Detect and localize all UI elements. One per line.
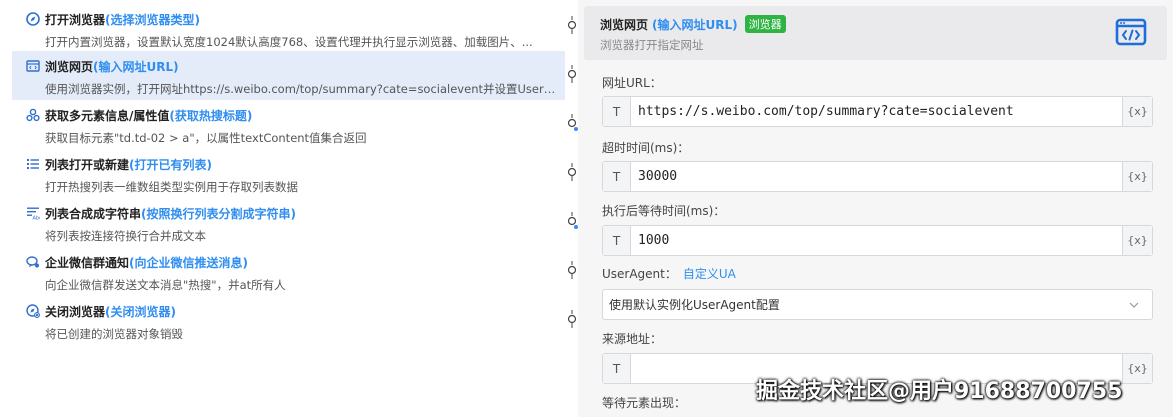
connector-node-icon[interactable] [566,261,578,279]
step-desc: 打开热搜列表一维数组类型实例用于存取列表数据 [45,180,298,194]
text-type-toggle[interactable]: T [603,162,631,191]
step-name: 关闭浏览器 [45,304,106,319]
timeout-field[interactable]: T 30000 {x} [602,161,1153,192]
step-open-browser[interactable]: 打开浏览器 (选择浏览器类型) 打开内置浏览器，设置默认宽度1024默认高度76… [12,4,565,53]
panel-header: 浏览网页 (输入网址URL) 浏览器 浏览器打开指定网址 [584,6,1167,60]
svg-text:Abc: Abc [33,216,41,221]
list-merge-icon: Abc [26,206,40,220]
step-param: (打开已有列表) [129,157,212,172]
wait-input[interactable]: 1000 [631,226,1122,255]
text-type-toggle[interactable]: T [603,354,631,383]
step-desc: 向企业微信群发送文本消息"热搜"，并at所有人 [45,278,286,292]
step-get-elements[interactable]: 获取多元素信息/属性值 (获取热搜标题) 获取目标元素"td.td-02 > a… [12,100,565,149]
step-desc: 将已创建的浏览器对象销毁 [45,327,183,341]
panel-subtitle: 浏览器打开指定网址 [600,38,704,52]
step-param: (输入网址URL) [93,59,179,74]
useragent-select[interactable]: 使用默认实例化UserAgent配置 [602,289,1153,320]
browser-window-icon [26,59,40,73]
custom-ua-link[interactable]: 自定义UA [683,267,736,281]
connector-branch-icon[interactable] [566,114,578,132]
url-input[interactable]: https://s.weibo.com/top/summary?cate=soc… [631,97,1122,126]
connector-branch-icon[interactable] [566,212,578,230]
step-desc: 使用浏览器实例，打开网址https://s.weibo.com/top/summ… [45,82,556,96]
useragent-label: UserAgent： 自定义UA [602,265,736,282]
text-type-toggle[interactable]: T [603,97,631,126]
step-name: 获取多元素信息/属性值 [45,108,170,123]
useragent-select-value: 使用默认实例化UserAgent配置 [609,298,780,312]
browser-code-icon [1115,18,1147,46]
step-param: (选择浏览器类型) [105,12,200,27]
variable-button[interactable]: {x} [1122,226,1152,255]
step-desc: 将列表按连接符换行合并成文本 [45,229,206,243]
step-name: 浏览网页 [45,59,94,74]
text-type-toggle[interactable]: T [603,226,631,255]
step-desc: 打开内置浏览器，设置默认宽度1024默认高度768、设置代理并执行显示浏览器、加… [45,35,533,49]
variable-button[interactable]: {x} [1122,162,1152,191]
watermark: 掘金技术社区@用户91688700755 [756,379,1123,404]
connector-node-icon[interactable] [566,310,578,328]
chat-bubble-icon [26,255,40,269]
chevron-down-icon [1129,302,1139,308]
variable-button[interactable]: {x} [1122,97,1152,126]
step-browse-page[interactable]: 浏览网页 (输入网址URL) 使用浏览器实例，打开网址https://s.wei… [12,51,565,100]
network-nodes-icon [26,108,40,122]
step-param: (按照换行列表分割成字符串) [141,206,296,221]
category-badge: 浏览器 [744,15,786,33]
step-name: 列表合成成字符串 [45,206,142,221]
wait-label: 执行后等待时间(ms)： [602,204,726,218]
connector-node-icon[interactable] [566,65,578,83]
step-param: (关闭浏览器) [105,304,176,319]
panel-title: 浏览网页 [600,17,649,32]
connector-node-icon[interactable] [566,163,578,181]
url-label: 网址URL： [602,76,662,90]
step-list: 打开浏览器 (选择浏览器类型) 打开内置浏览器，设置默认宽度1024默认高度76… [12,0,565,417]
step-wecom-notify[interactable]: 企业微信群通知 (向企业微信推送消息) 向企业微信群发送文本消息"热搜"，并at… [12,247,565,296]
source-label: 来源地址： [602,332,663,346]
step-name: 列表打开或新建 [45,157,130,172]
step-name: 打开浏览器 [45,12,106,27]
timeout-label: 超时时间(ms)： [602,141,690,155]
step-desc: 获取目标元素"td.td-02 > a"，以属性textContent值集合返回 [45,131,367,145]
step-close-browser[interactable]: 关闭浏览器 (关闭浏览器) 将已创建的浏览器对象销毁 [12,296,565,345]
compass-icon [26,12,40,26]
url-field[interactable]: T https://s.weibo.com/top/summary?cate=s… [602,96,1153,127]
step-list-join[interactable]: Abc 列表合成成字符串 (按照换行列表分割成字符串) 将列表按连接符换行合并成… [12,198,565,247]
list-icon [26,157,40,171]
wait-field[interactable]: T 1000 {x} [602,225,1153,256]
properties-panel: 浏览网页 (输入网址URL) 浏览器 浏览器打开指定网址 网址URL： T ht… [578,0,1173,417]
variable-button[interactable]: {x} [1122,354,1152,383]
step-param: (向企业微信推送消息) [129,255,248,270]
wait-element-label: 等待元素出现： [602,396,687,410]
step-list-open[interactable]: 列表打开或新建 (打开已有列表) 打开热搜列表一维数组类型实例用于存取列表数据 [12,149,565,198]
close-browser-icon [26,304,40,318]
panel-param: (输入网址URL) [652,17,738,32]
step-name: 企业微信群通知 [45,255,130,270]
step-param: (获取热搜标题) [169,108,253,123]
timeout-input[interactable]: 30000 [631,162,1122,191]
connector-node-icon[interactable] [566,16,578,34]
useragent-label-text: UserAgent： [602,267,677,281]
